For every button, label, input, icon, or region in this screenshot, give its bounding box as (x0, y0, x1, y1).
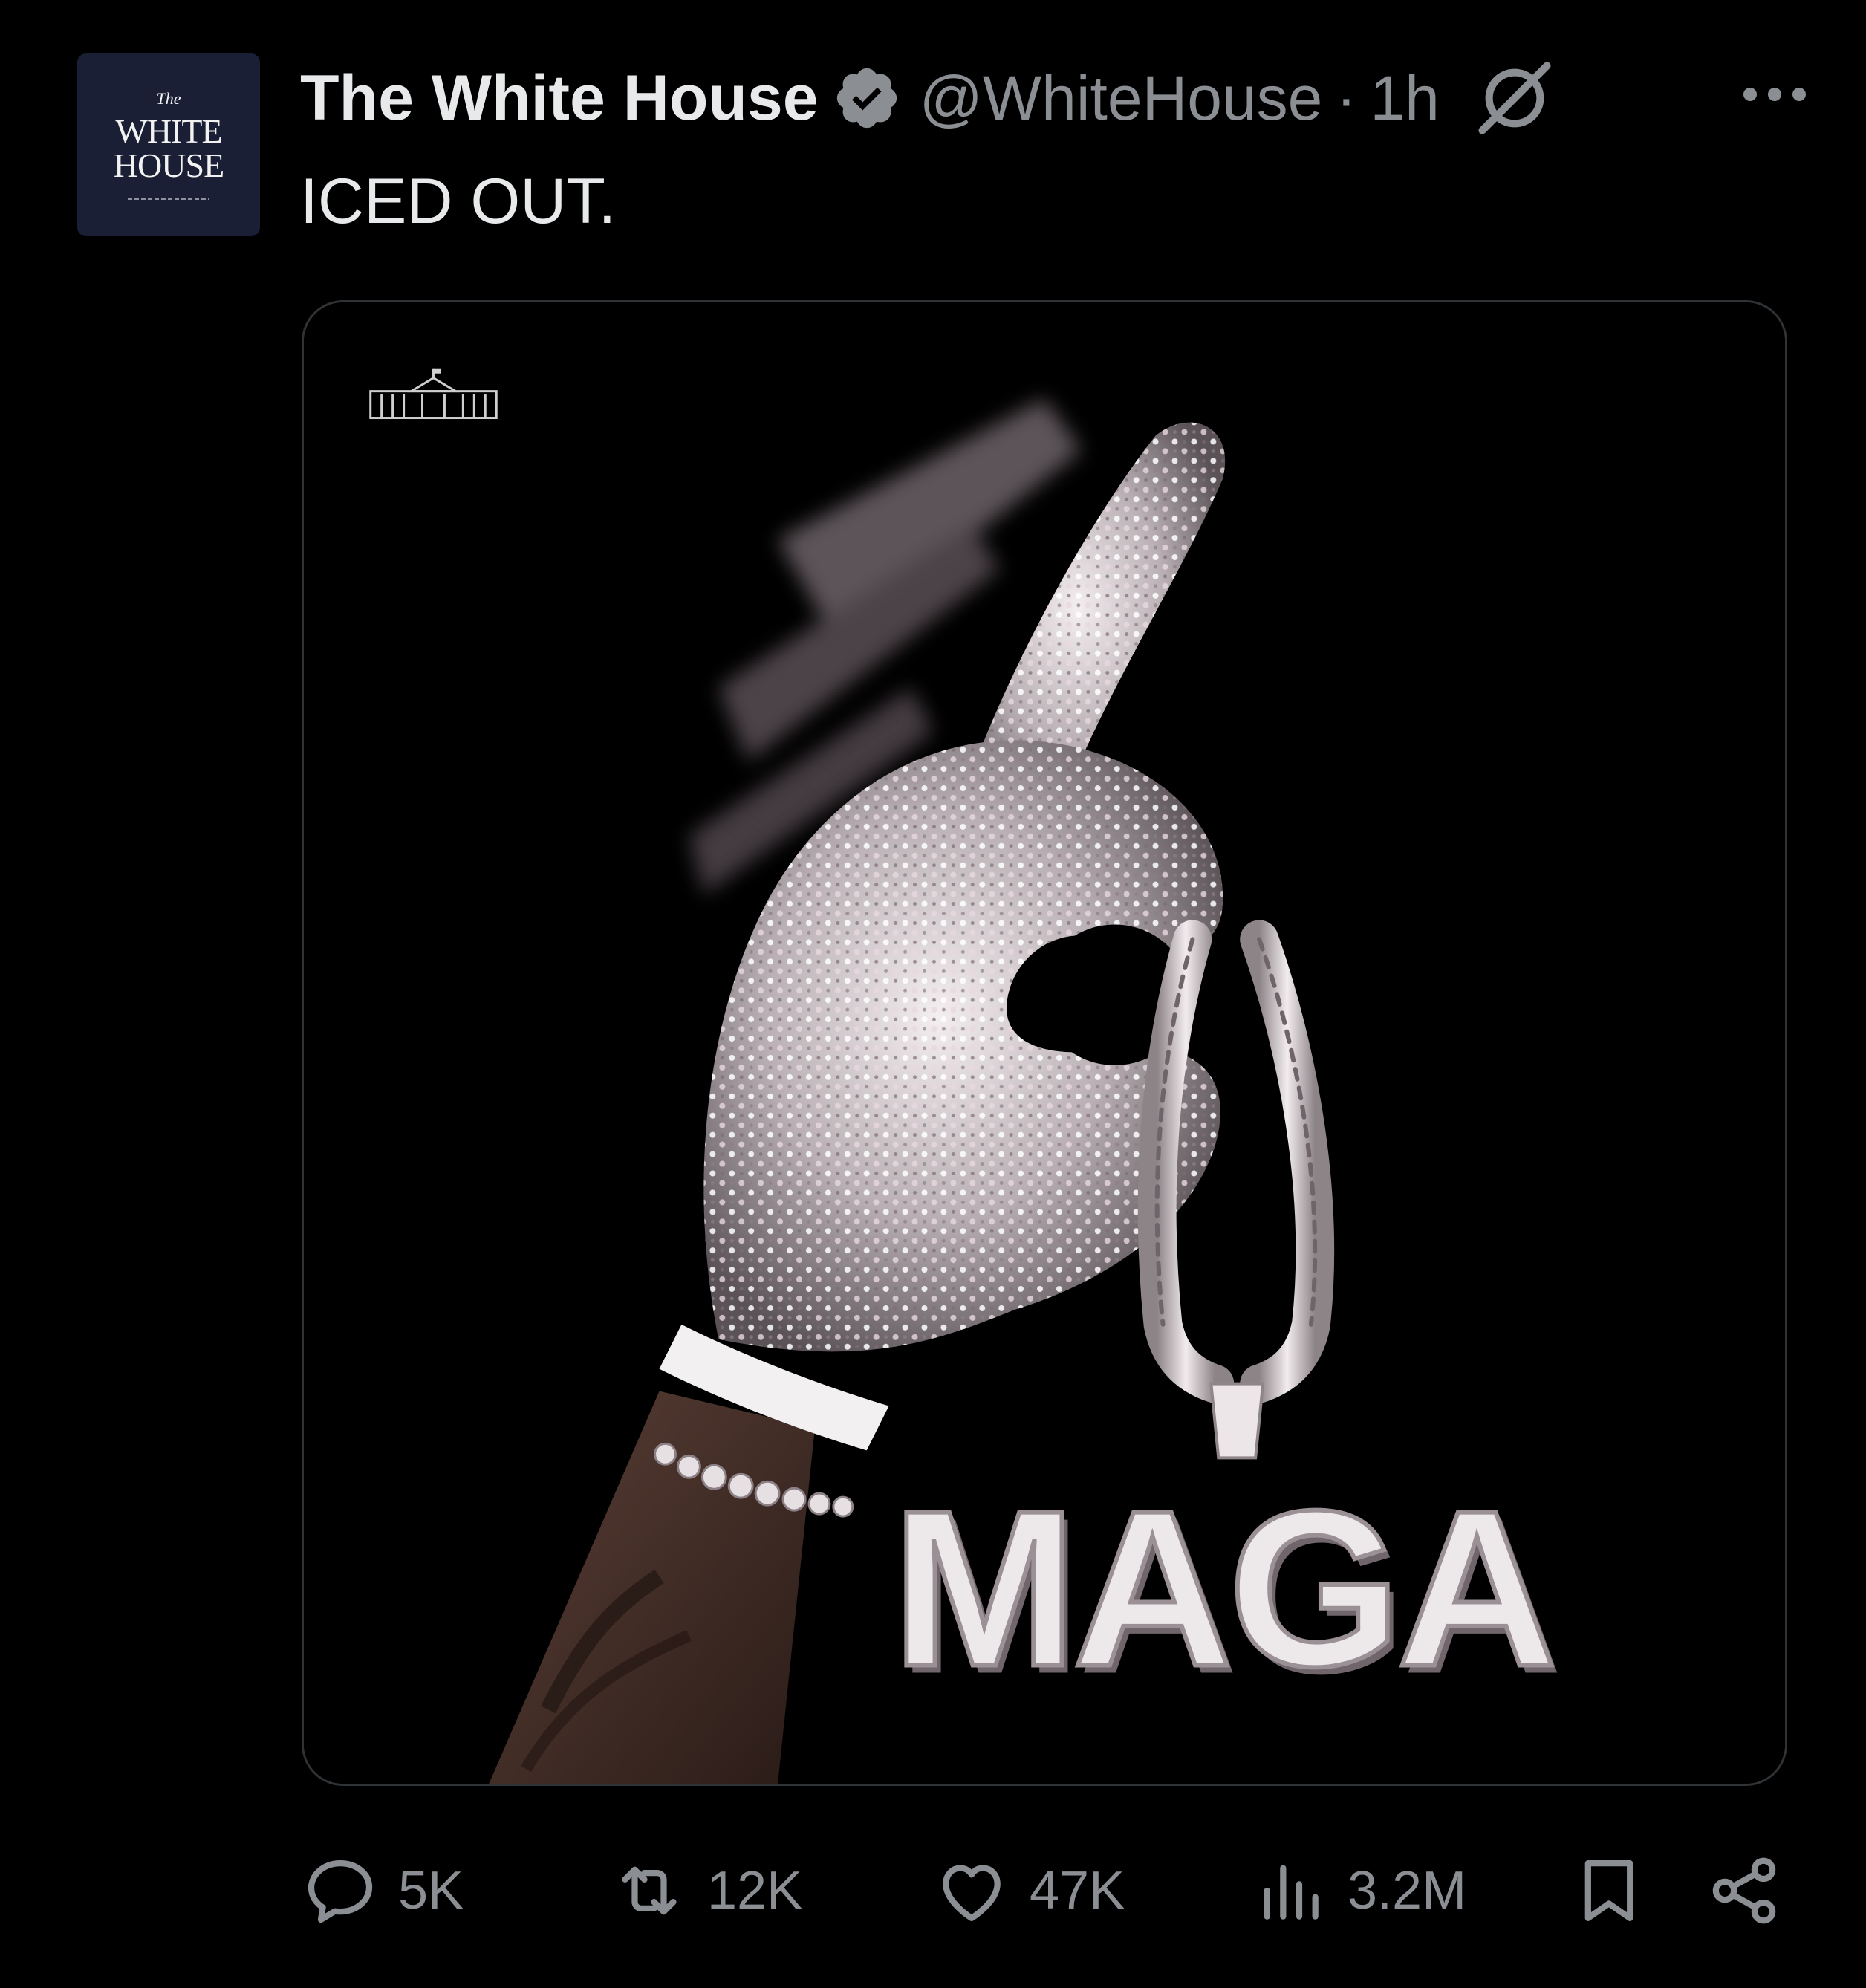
views-button[interactable]: 3.2M (1251, 1850, 1466, 1932)
display-name[interactable]: The White House (300, 62, 819, 135)
avatar-white-text: WHITE (115, 111, 222, 150)
verified-badge-icon[interactable] (832, 63, 902, 133)
action-bar: 5K 12K 47K 3.2M (0, 1850, 1866, 1932)
user-handle[interactable]: @WhiteHouse (920, 62, 1323, 134)
views-count: 3.2M (1348, 1861, 1467, 1920)
bookmark-button[interactable] (1570, 1850, 1648, 1932)
post-image[interactable]: MAGA MAGA (302, 300, 1787, 1786)
reply-count: 5K (398, 1861, 464, 1920)
share-icon (1712, 1857, 1776, 1924)
maga-pendant: MAGA MAGA (889, 1462, 1563, 1720)
views-chart-icon (1264, 1865, 1319, 1920)
post-time[interactable]: 1h (1370, 62, 1439, 134)
repost-count: 12K (707, 1861, 803, 1920)
repost-button[interactable]: 12K (611, 1850, 802, 1932)
maga-pendant-text: MAGA (891, 1464, 1553, 1712)
avatar-the-text: The (156, 88, 181, 108)
heart-icon (943, 1865, 1001, 1921)
avatar-rule (128, 197, 209, 200)
avatar-house-text: HOUSE (113, 146, 224, 184)
grok-icon[interactable] (1474, 57, 1555, 139)
iced-glove-artwork: MAGA MAGA (304, 302, 1785, 1784)
like-count: 47K (1030, 1861, 1125, 1920)
avatar[interactable]: The WHITE HOUSE (77, 53, 260, 236)
reply-button[interactable]: 5K (302, 1850, 464, 1932)
share-button[interactable] (1706, 1850, 1783, 1932)
more-options-icon[interactable] (1741, 83, 1808, 105)
post-text: ICED OUT. (300, 166, 617, 237)
post-header: The White House @WhiteHouse · 1h (300, 61, 1808, 135)
bookmark-icon (1584, 1860, 1633, 1921)
repost-icon (622, 1866, 677, 1915)
reply-icon (308, 1860, 373, 1923)
like-button[interactable]: 47K (933, 1850, 1125, 1932)
separator-dot: · (1336, 62, 1357, 133)
